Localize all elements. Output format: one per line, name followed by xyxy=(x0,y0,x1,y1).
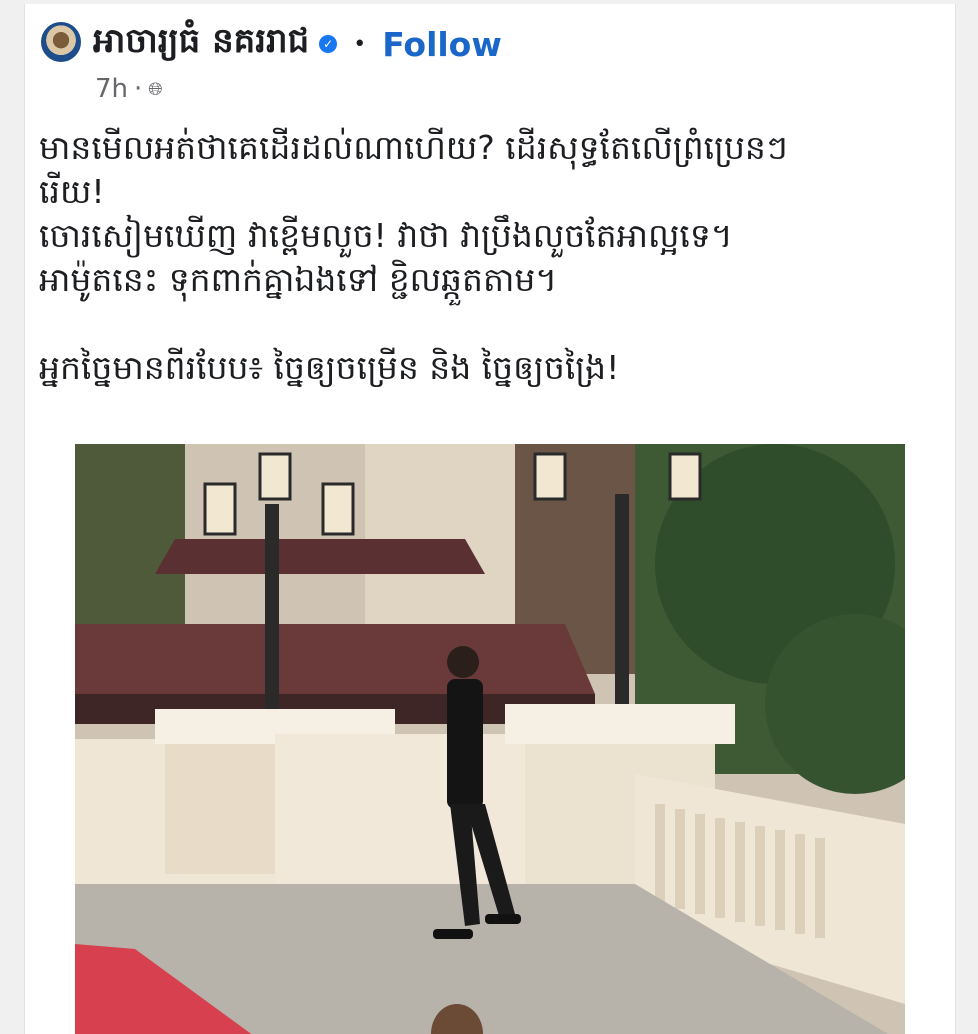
post-card: អាចារ្យធំ នគររាជ ✓ • Follow 7h · 🌐︎ មានម… xyxy=(24,4,956,1034)
separator-dot: • xyxy=(353,31,367,57)
post-header: អាចារ្យធំ នគររាជ ✓ • Follow xyxy=(93,20,502,68)
photo-illustration xyxy=(75,444,905,1034)
post-text-line: អ្នកច្នៃមានពីរបែប៖ ច្នៃឲ្យចម្រើន និង ច្ន… xyxy=(39,348,620,387)
post-text-line: រើយ! xyxy=(39,172,105,211)
follow-button[interactable]: Follow xyxy=(382,25,502,64)
post-text-line: អាម៉ូតនេះ ទុកពាក់គ្នាឯងទៅ ខ្ជិលឆ្កួតតាម។ xyxy=(39,260,558,299)
post-text-line: ចោរសៀមឃើញ វាខ្ពើមលួច! វាថា វាប្រឹងលួចតែអ… xyxy=(39,216,733,255)
post-time[interactable]: 7h xyxy=(95,74,128,104)
post-meta: 7h · 🌐︎ xyxy=(95,74,163,104)
post-text-line: មានមើលអត់ថាគេដើរដល់ណាហើយ? ដើរសុទ្ធតែលើព្… xyxy=(39,128,788,167)
post-photo[interactable] xyxy=(75,444,905,1034)
page-avatar[interactable] xyxy=(41,22,81,62)
page-name[interactable]: អាចារ្យធំ នគររាជ xyxy=(93,19,309,69)
globe-icon: 🌐︎ xyxy=(148,78,163,100)
meta-separator: · xyxy=(134,74,143,104)
verified-badge-icon: ✓ xyxy=(319,35,338,53)
post-text: មានមើលអត់ថាគេដើរដល់ណាហើយ? ដើរសុទ្ធតែលើព្… xyxy=(39,126,944,390)
